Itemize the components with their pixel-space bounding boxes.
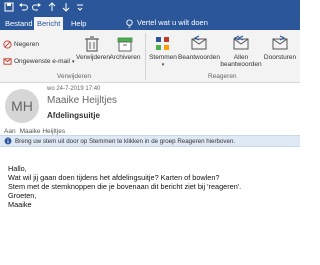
save-icon[interactable] <box>3 1 15 13</box>
reply-icon <box>191 35 207 50</box>
reply-button[interactable]: Beantwoorden <box>178 35 220 61</box>
archive-label: Archiveren <box>109 54 141 61</box>
reply-all-label-1: Allen <box>233 54 249 61</box>
message-date: wo 24-7-2019 17:40 <box>47 86 101 92</box>
tell-me-search[interactable]: Vertel wat u wilt doen <box>125 17 208 29</box>
down-arrow-icon[interactable] <box>60 1 72 13</box>
message-body: Hallo, Wat wil jij gaan doen tijdens het… <box>8 164 293 209</box>
undo-icon[interactable] <box>17 1 29 13</box>
body-line: Hallo, <box>8 164 27 173</box>
body-line: Stem met de stemknoppen die je bovenaan … <box>8 182 242 191</box>
tab-help[interactable]: Help <box>68 17 89 30</box>
info-text: Breng uw stem uit door op Stemmen te kli… <box>15 137 236 145</box>
junk-label: Ongewenste e-mail <box>14 58 70 65</box>
junk-button[interactable]: Ongewenste e-mail ▾ <box>3 57 75 66</box>
avatar: MH <box>5 89 39 123</box>
ribbon: Negeren Ongewenste e-mail ▾ Verwijderen … <box>0 30 300 83</box>
body-line: Wat wil jij gaan doen tijdens het afdeli… <box>8 173 220 182</box>
up-arrow-icon[interactable] <box>46 1 58 13</box>
lightbulb-icon <box>126 18 133 28</box>
customize-icon[interactable] <box>74 1 86 13</box>
reply-all-icon <box>233 35 249 50</box>
reply-label: Beantwoorden <box>178 54 220 61</box>
forward-button[interactable]: Doorsturen <box>260 35 300 61</box>
tab-bestand[interactable]: Bestand <box>2 17 36 30</box>
archive-icon <box>117 37 133 52</box>
body-line: Groeten, <box>8 191 37 200</box>
chevron-down-icon: ▾ <box>72 58 75 65</box>
vote-button[interactable]: Stemmen ▾ <box>148 35 178 69</box>
body-line: Maaike <box>8 200 32 209</box>
group-delete-label: Verwijderen <box>57 73 91 80</box>
to-label: Aan <box>4 128 16 135</box>
vote-info-bar: Breng uw stem uit door op Stemmen te kli… <box>0 135 300 147</box>
delete-button[interactable]: Verwijderen <box>76 35 110 61</box>
tab-bericht[interactable]: Bericht <box>34 17 64 30</box>
chevron-down-icon: ▾ <box>161 62 165 68</box>
ignore-icon <box>3 40 12 49</box>
sender-name[interactable]: Maaike Heijltjes <box>47 95 117 106</box>
reply-all-label-2: beantwoorden <box>220 61 262 68</box>
vote-label: Stemmen <box>149 54 177 61</box>
forward-icon <box>272 35 288 50</box>
message-subject: Afdelingsuitje <box>47 111 100 120</box>
archive-button[interactable]: Archiveren <box>108 35 142 61</box>
ignore-button[interactable]: Negeren <box>3 40 39 49</box>
recipient-row: Aan Maaike Heijltjes <box>4 128 65 135</box>
trash-icon <box>85 36 99 52</box>
group-respond-label: Reageren <box>208 73 237 80</box>
tell-me-label: Vertel wat u wilt doen <box>137 18 208 27</box>
ribbon-divider <box>145 33 146 80</box>
reply-all-button[interactable]: Allen beantwoorden <box>220 35 262 68</box>
ignore-label: Negeren <box>14 41 39 48</box>
redo-icon[interactable] <box>31 1 43 13</box>
title-bar <box>0 0 300 15</box>
delete-label: Verwijderen <box>76 54 110 61</box>
junk-mail-icon <box>3 58 12 65</box>
vote-icon <box>156 37 169 50</box>
info-icon <box>4 137 12 145</box>
to-value[interactable]: Maaike Heijltjes <box>20 128 66 135</box>
forward-label: Doorsturen <box>263 54 297 61</box>
ribbon-tabs: Bestand Bericht Help Vertel wat u wilt d… <box>0 15 300 30</box>
